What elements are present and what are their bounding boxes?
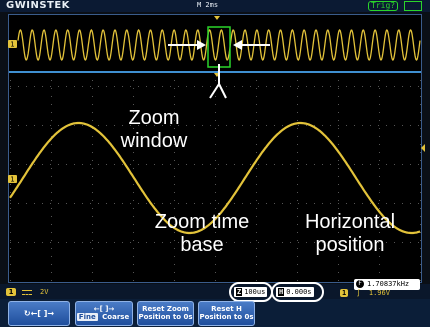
fine-coarse-knob-label: ←[ ]→ (93, 305, 115, 313)
svg-text:1: 1 (10, 176, 14, 184)
zoom-time-base-highlight (229, 282, 273, 302)
zoom-time-base-annotation: Zoom time base (154, 211, 250, 256)
reset-zoom-position-softkey[interactable]: Reset Zoom Position to 0s (137, 301, 194, 326)
reset-zoom-sublabel: Position to 0s (138, 313, 193, 321)
fine-option[interactable]: Fine (76, 313, 98, 321)
trigger-readout: 1 ∫ 1.96V (340, 289, 390, 297)
zoom-window-annotation: Zoom window (120, 107, 188, 152)
horizontal-position-annotation: Horizontal position (304, 211, 396, 256)
waveform-canvas: 1 1 (8, 16, 425, 281)
svg-text:1: 1 (10, 41, 14, 49)
horizontal-position-highlight (271, 282, 324, 302)
reset-h-label: Reset H (211, 305, 242, 313)
ch1-vertical-scale: 2V (40, 288, 49, 296)
trigger-channel-badge: 1 (340, 289, 349, 297)
scroll-softkey[interactable]: ↻←[ ]→ (8, 301, 70, 326)
oscilloscope-screen: GWINSTEK M 2ms Trig? 1 1 Zoom window Zoo… (0, 0, 430, 327)
ch1-badge: 1 (6, 288, 16, 296)
trigger-level-marker (421, 144, 425, 152)
scroll-softkey-label: ↻←[ ]→ (23, 309, 55, 318)
overview-waveform (17, 29, 421, 61)
fine-coarse-softkey[interactable]: ←[ ]→ Fine Coarse (75, 301, 133, 326)
trigger-position-marker (214, 16, 220, 20)
dc-coupling-icon (22, 290, 32, 295)
frequency-value: 1.70837kHz (367, 280, 410, 288)
frequency-icon: F (356, 280, 364, 288)
reset-h-sublabel: Position to 0s (199, 313, 254, 321)
trigger-level-value: 1.96V (368, 289, 390, 297)
zoom-window-arrows (168, 40, 270, 99)
reset-zoom-label: Reset Zoom (142, 305, 189, 313)
trigger-slope-icon: ∫ (356, 289, 361, 297)
reset-h-position-softkey[interactable]: Reset H Position to 0s (198, 301, 255, 326)
coarse-option[interactable]: Coarse (100, 313, 131, 321)
